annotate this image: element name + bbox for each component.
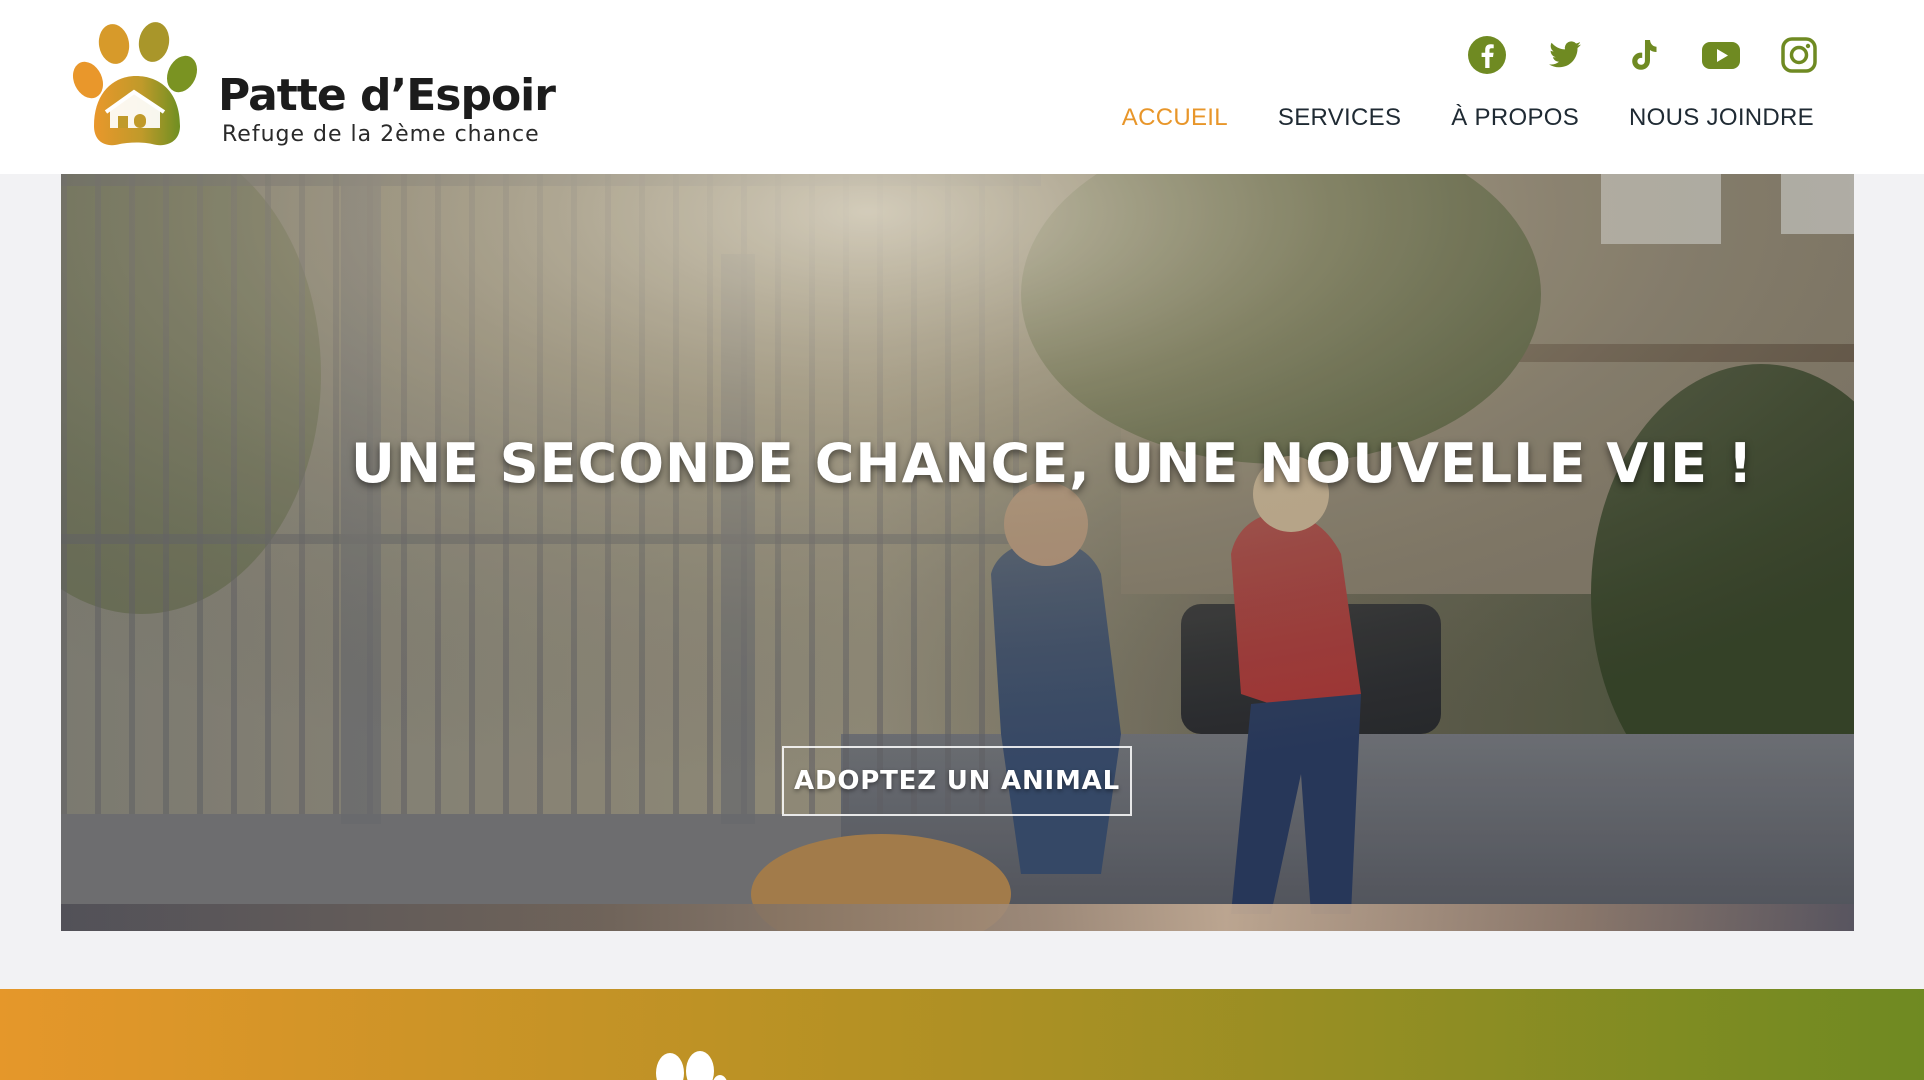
section-band [0,989,1924,1080]
hero-banner: UNE SECONDE CHANCE, UNE NOUVELLE VIE ! A… [61,174,1854,931]
hero-background-image [61,174,1854,931]
youtube-icon [1702,42,1740,69]
paw-logo-icon [72,22,198,146]
brand-subtitle: Refuge de la 2ème chance [222,122,540,147]
hero-title: UNE SECONDE CHANCE, UNE NOUVELLE VIE ! [351,432,1754,495]
youtube-link[interactable] [1700,34,1742,76]
hero-bottom-strip [61,904,1854,931]
paw-icon [656,1051,727,1080]
tiktok-icon [1632,40,1657,70]
nav-item-a-propos[interactable]: À PROPOS [1451,104,1579,132]
nav-item-services[interactable]: SERVICES [1278,104,1401,132]
adopt-animal-button[interactable]: ADOPTEZ UN ANIMAL [782,746,1132,816]
nav-item-accueil[interactable]: ACCUEIL [1122,104,1228,132]
site-header: Patte d’Espoir Refuge de la 2ème chance [0,0,1924,174]
instagram-link[interactable] [1778,34,1820,76]
tiktok-link[interactable] [1622,34,1664,76]
facebook-icon [1468,36,1506,74]
facebook-link[interactable] [1466,34,1508,76]
twitter-link[interactable] [1544,34,1586,76]
social-links [1466,34,1820,76]
site-logo[interactable]: Patte d’Espoir Refuge de la 2ème chance [70,22,556,154]
nav-item-nous-joindre[interactable]: NOUS JOINDRE [1629,104,1814,132]
main-nav: ACCUEIL SERVICES À PROPOS NOUS JOINDRE [1122,104,1814,132]
twitter-icon [1549,41,1581,68]
brand-title: Patte d’Espoir [218,70,556,121]
instagram-icon [1781,37,1817,73]
